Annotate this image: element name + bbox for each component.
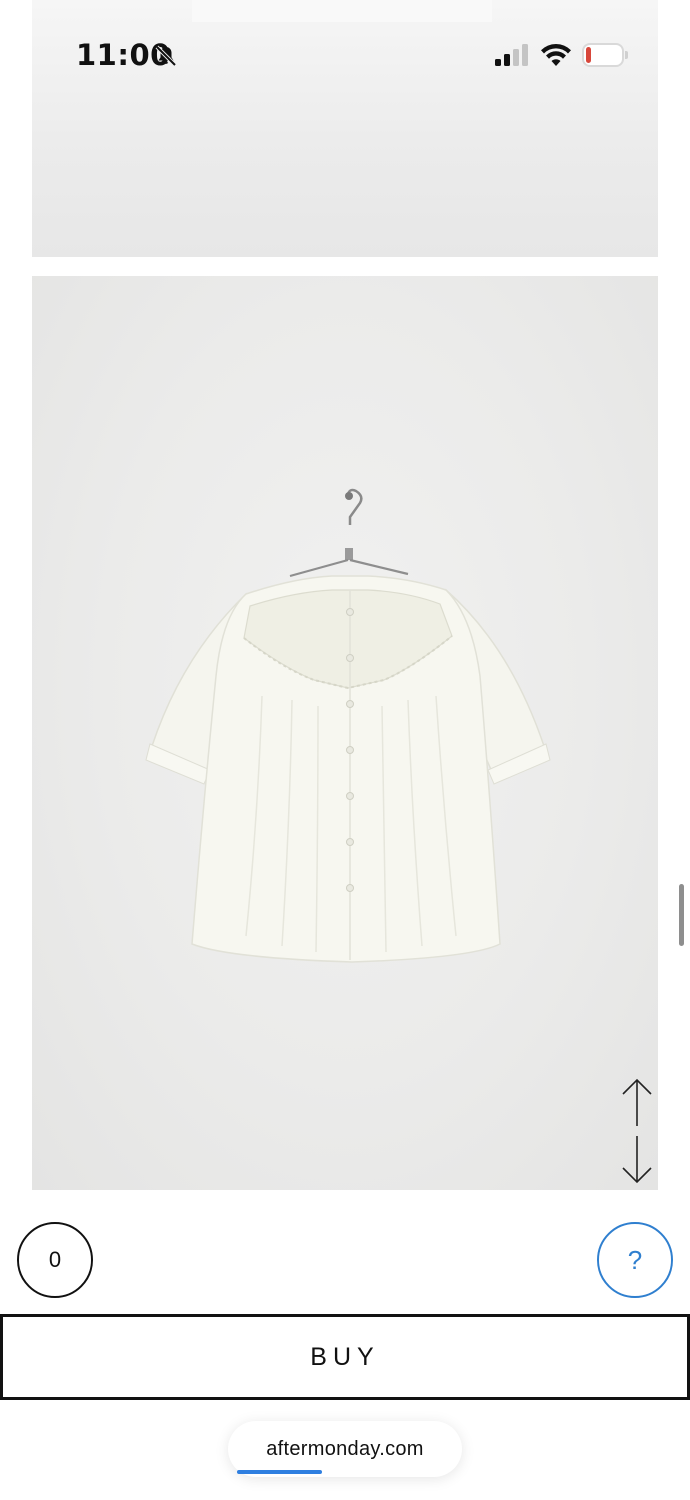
buy-button[interactable]: BUY: [0, 1314, 690, 1400]
status-bar: 11:00 12: [0, 0, 690, 110]
wifi-icon: [541, 43, 571, 66]
product-photo: [32, 276, 658, 1190]
battery-level: 12: [591, 45, 615, 65]
arrow-down-icon[interactable]: [620, 1134, 654, 1186]
cart-count-button[interactable]: 0: [17, 1222, 93, 1298]
cellular-signal-icon: [495, 44, 528, 66]
battery-icon: 12: [582, 43, 624, 67]
browser-url-bar[interactable]: aftermonday.com: [228, 1421, 462, 1477]
page-load-progress: [237, 1470, 322, 1474]
help-button[interactable]: ?: [597, 1222, 673, 1298]
blouse-image: [145, 488, 551, 963]
arrow-up-icon[interactable]: [620, 1076, 654, 1128]
bell-slash-icon: [155, 45, 177, 67]
scrollbar[interactable]: [679, 884, 684, 946]
battery-cap: [625, 51, 628, 59]
